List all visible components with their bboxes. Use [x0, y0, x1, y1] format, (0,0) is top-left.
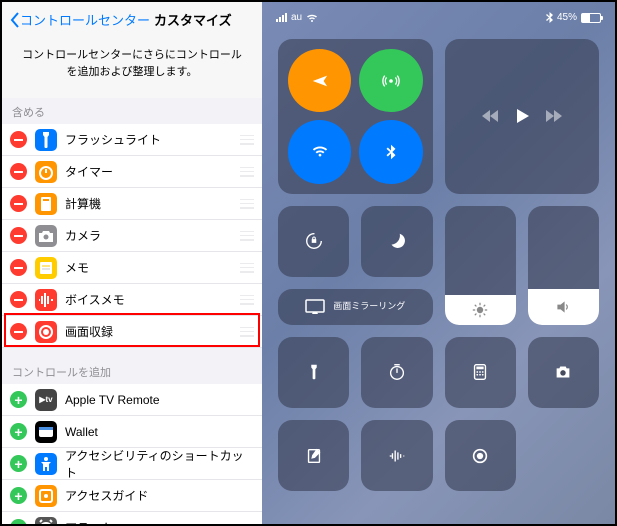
battery-icon	[581, 13, 601, 23]
guide-icon	[35, 485, 57, 507]
item-label: アクセシビリティのショートカット	[65, 447, 254, 481]
remove-button[interactable]	[10, 291, 27, 308]
timer-icon	[35, 161, 57, 183]
screen-record-button[interactable]	[445, 420, 516, 491]
voice-icon	[35, 289, 57, 311]
flashlight-button[interactable]	[278, 337, 349, 408]
alarm-icon	[35, 517, 57, 525]
item-label: ボイスメモ	[65, 291, 240, 308]
notes-button[interactable]	[278, 420, 349, 491]
signal-icon	[276, 13, 287, 22]
section-include: 含める	[2, 98, 262, 124]
cellular-button[interactable]	[359, 49, 422, 112]
item-label: タイマー	[65, 163, 240, 180]
remove-button[interactable]	[10, 259, 27, 276]
status-bar: au 45%	[262, 2, 615, 29]
add-button[interactable]	[10, 455, 27, 472]
item-label: フラッシュライト	[65, 131, 240, 148]
description: コントロールセンターにさらにコントロールを追加および整理します。	[2, 33, 262, 98]
item-label: メモ	[65, 259, 240, 276]
reorder-grip[interactable]	[240, 167, 254, 177]
atv-icon: ▶tv	[35, 389, 57, 411]
connectivity-group	[278, 39, 433, 194]
highlight-screen-record-row	[4, 313, 260, 347]
dnd-button[interactable]	[361, 206, 432, 277]
reorder-grip[interactable]	[240, 231, 254, 241]
nav-bar: コントロールセンター カスタマイズ	[2, 2, 262, 33]
camera-icon	[35, 225, 57, 247]
wallet-icon	[35, 421, 57, 443]
access-icon	[35, 453, 57, 475]
camera-button[interactable]	[528, 337, 599, 408]
list-item[interactable]: フラッシュライト	[2, 124, 262, 156]
back-label: コントロールセンター	[20, 10, 150, 29]
remove-button[interactable]	[10, 131, 27, 148]
back-button[interactable]: コントロールセンター	[10, 10, 150, 29]
add-button[interactable]	[10, 519, 27, 524]
battery-pct: 45%	[557, 12, 577, 23]
list-item[interactable]: タイマー	[2, 156, 262, 188]
list-item[interactable]: Wallet	[2, 416, 262, 448]
next-icon[interactable]	[545, 107, 563, 125]
flashlight-icon	[35, 129, 57, 151]
remove-button[interactable]	[10, 195, 27, 212]
reorder-grip[interactable]	[240, 199, 254, 209]
mirror-label: 画面ミラーリング	[333, 301, 405, 312]
add-button[interactable]	[10, 487, 27, 504]
list-item[interactable]: ▶tv Apple TV Remote	[2, 384, 262, 416]
page-title: カスタマイズ	[154, 10, 232, 29]
remove-button[interactable]	[10, 227, 27, 244]
wifi-icon	[306, 13, 318, 23]
add-button[interactable]	[10, 423, 27, 440]
add-button[interactable]	[10, 391, 27, 408]
timer-button[interactable]	[361, 337, 432, 408]
control-center: au 45%	[262, 2, 615, 524]
list-item[interactable]: ボイスメモ	[2, 284, 262, 316]
list-item[interactable]: アクセシビリティのショートカット	[2, 448, 262, 480]
list-item[interactable]: アラーム	[2, 512, 262, 524]
airplane-button[interactable]	[288, 49, 351, 112]
list-item[interactable]: カメラ	[2, 220, 262, 252]
voice-memo-button[interactable]	[361, 420, 432, 491]
media-controls[interactable]	[445, 39, 600, 194]
reorder-grip[interactable]	[240, 295, 254, 305]
remove-button[interactable]	[10, 163, 27, 180]
prev-icon[interactable]	[481, 107, 499, 125]
orientation-lock-button[interactable]	[278, 206, 349, 277]
item-label: アクセスガイド	[65, 487, 254, 504]
bluetooth-button[interactable]	[359, 120, 422, 183]
volume-slider[interactable]	[528, 206, 599, 325]
notes-icon	[35, 257, 57, 279]
item-label: Wallet	[65, 425, 254, 439]
list-item[interactable]: アクセスガイド	[2, 480, 262, 512]
carrier-label: au	[291, 12, 302, 23]
item-label: カメラ	[65, 227, 240, 244]
item-label: 計算機	[65, 195, 240, 212]
calculator-button[interactable]	[445, 337, 516, 408]
list-item[interactable]: メモ	[2, 252, 262, 284]
brightness-slider[interactable]	[445, 206, 516, 325]
wifi-button[interactable]	[288, 120, 351, 183]
reorder-grip[interactable]	[240, 263, 254, 273]
play-icon[interactable]	[513, 107, 531, 125]
reorder-grip[interactable]	[240, 135, 254, 145]
section-more: コントロールを追加	[2, 358, 262, 384]
settings-panel: コントロールセンター カスタマイズ コントロールセンターにさらにコントロールを追…	[2, 2, 262, 524]
list-item[interactable]: 計算機	[2, 188, 262, 220]
bluetooth-icon	[546, 12, 553, 23]
calculator-icon	[35, 193, 57, 215]
item-label: アラーム	[65, 519, 254, 524]
item-label: Apple TV Remote	[65, 393, 254, 407]
screen-mirror-button[interactable]: 画面ミラーリング	[278, 289, 433, 325]
